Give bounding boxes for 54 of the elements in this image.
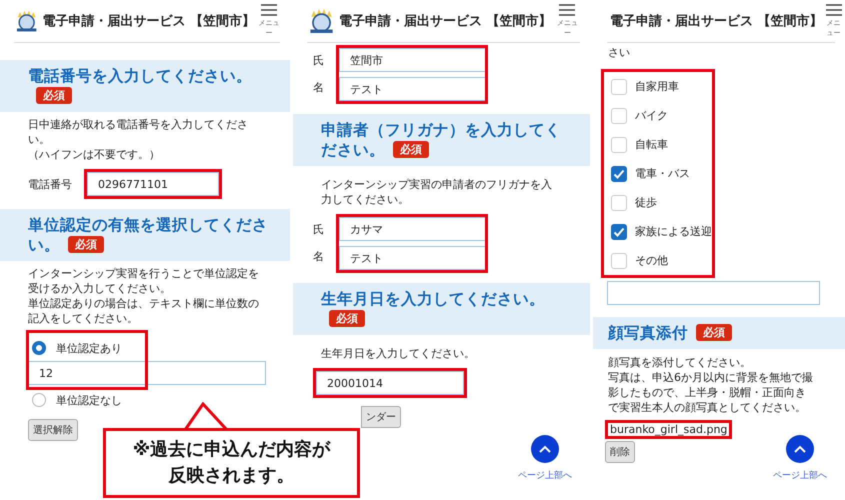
checkbox-option[interactable]: 自転車 (604, 130, 712, 159)
section-title: 単位認定の有無を選択してください。 必須 (28, 215, 269, 255)
credit-field[interactable]: 12 (28, 361, 266, 385)
section-title: 生年月日を入力してください。 必須 (321, 289, 546, 329)
field-label: 電話番号 (28, 176, 72, 192)
page-top-button[interactable] (786, 435, 814, 463)
menu-icon (260, 4, 277, 16)
field-label: 氏 (313, 222, 324, 238)
site-title: 電子申請・届出サービス 【笠間市】 (610, 12, 823, 30)
page-top-link[interactable]: ページ上部へ (773, 469, 827, 482)
page-top-button[interactable] (531, 435, 559, 463)
site-title: 電子申請・届出サービス 【笠間市】 (339, 12, 552, 30)
checkbox-option[interactable]: 徒歩 (604, 188, 712, 217)
name-field[interactable]: カサマ (339, 217, 485, 241)
section-title: 申請者（フリガナ）を入力してください。 必須 (321, 120, 562, 160)
section-title: 顔写真添付 必須 (608, 323, 845, 343)
description-text: インターンシップ実習の申請者のフリガナを入力してください。 (321, 177, 553, 207)
chevron-up-icon (794, 445, 806, 453)
other-field[interactable] (607, 281, 820, 305)
name-field[interactable]: テスト (339, 246, 485, 270)
checkbox-option[interactable]: その他 (604, 246, 712, 275)
checkbox-option[interactable]: バイク (604, 101, 712, 130)
file-name: buranko_girl_sad.png (605, 420, 732, 439)
name-field[interactable]: テスト (339, 77, 485, 101)
description-text: （ハイフンは不要です。） (28, 147, 161, 162)
description-text: 単位認定ありの場合は、テキスト欄に単位数の記入をしてください。 (28, 296, 260, 326)
radio-option[interactable]: 単位認定なし (32, 391, 290, 409)
callout-text: 反映されます。 (168, 464, 294, 488)
description-text: 生年月日を入力してください。 (321, 346, 476, 361)
description-text: インターンシップ実習を行うことで単位認定を受けるか入力してください。 (28, 266, 260, 296)
delete-button[interactable]: 削除 (605, 441, 635, 463)
menu-icon (559, 4, 576, 16)
description-text: 顔写真を添付してください。 (608, 355, 752, 370)
phone-field[interactable]: 0296771101 (87, 172, 219, 196)
checkbox-option[interactable]: 電車・バス (604, 159, 712, 188)
checkbox-option[interactable]: 家族による送迎 (604, 217, 712, 246)
page-top-link[interactable]: ページ上部へ (518, 469, 572, 482)
description-text: 写真は、申込6か月以内に背景を無地で撮影したもので、上半身・脱帽・正面向きで実習生本人の顔写真としてください。 (608, 370, 813, 415)
calendar-button[interactable]: ンダー (361, 406, 401, 428)
section-title: 電話番号を入力してください。 必須 (28, 66, 253, 106)
callout-text: ※過去に申込んだ内容が (132, 438, 330, 462)
site-title: 電子申請・届出サービス 【笠間市】 (42, 12, 255, 30)
field-label: 名 (313, 80, 324, 96)
field-label: 名 (313, 248, 324, 265)
checkbox-option[interactable]: 自家用車 (604, 72, 712, 101)
menu-icon (826, 4, 842, 16)
name-field[interactable]: 笠間市 (339, 48, 485, 72)
radio-option[interactable]: 単位認定あり (32, 339, 290, 357)
field-label: 氏 (313, 53, 324, 70)
description-text: さい (608, 45, 631, 60)
chevron-up-icon (539, 445, 551, 453)
description-text: 日中連絡が取れる電話番号を入力してください。 (28, 117, 249, 147)
clear-button[interactable]: 選択解除 (28, 419, 78, 441)
date-field[interactable]: 20001014 (316, 371, 464, 395)
